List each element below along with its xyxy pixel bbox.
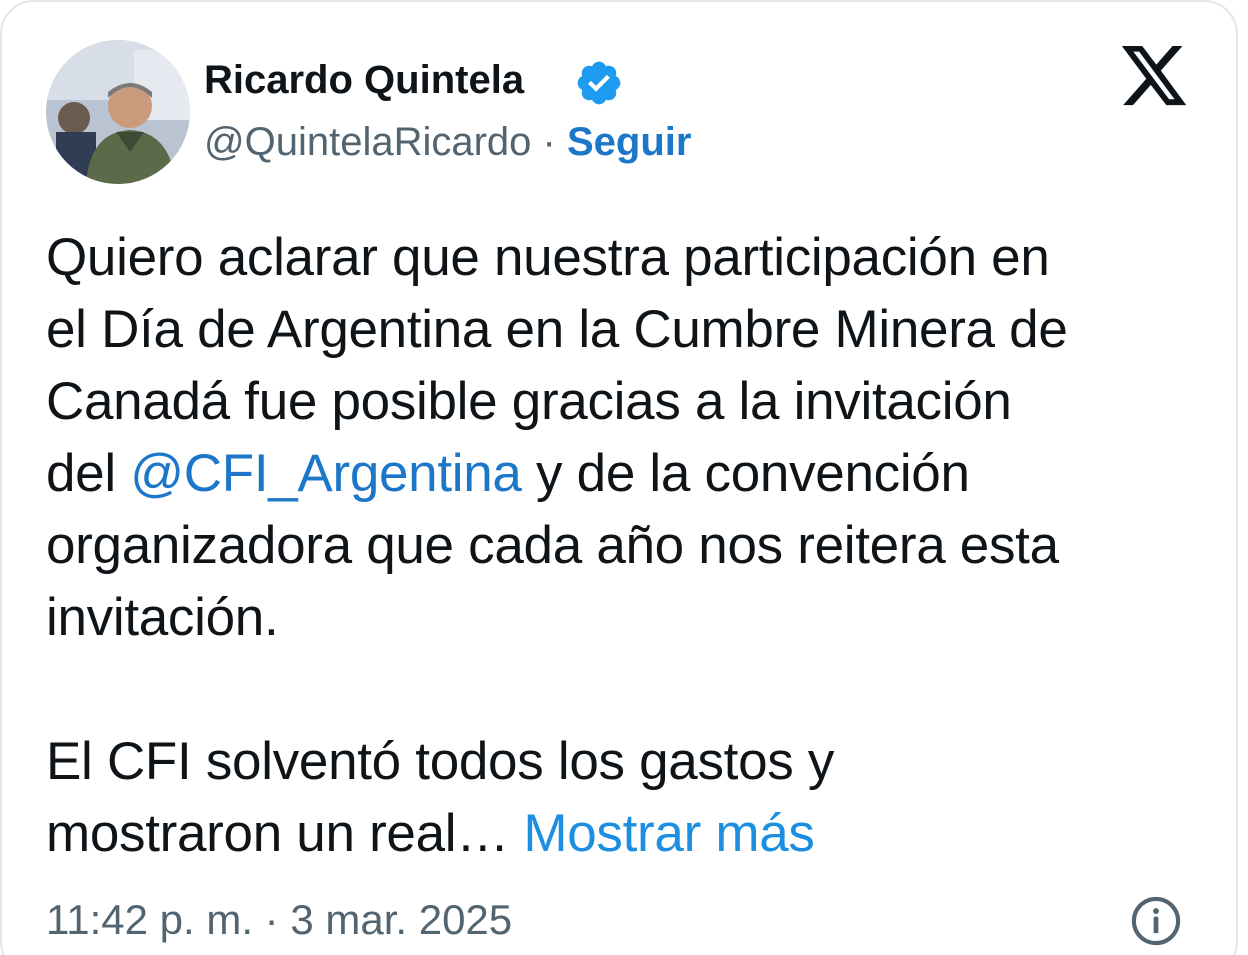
handle-row: @QuintelaRicardo · Seguir (204, 120, 691, 164)
tweet-text: Quiero aclarar que nuestra participación… (46, 222, 1216, 870)
verified-badge-icon (577, 61, 621, 105)
x-logo-icon[interactable] (1120, 46, 1190, 108)
timestamp[interactable]: 11:42 p. m. · 3 mar. 2025 (46, 896, 512, 944)
tweet-line: del @CFI_Argentina y de la convención (46, 438, 1216, 510)
tweet-card: Ricardo Quintela @QuintelaRicardo · Segu… (0, 0, 1238, 955)
author-handle[interactable]: @QuintelaRicardo (204, 120, 531, 164)
tweet-line: mostraron un real… Mostrar más (46, 798, 1216, 870)
tweet-text-segment: del (46, 444, 131, 503)
avatar[interactable] (46, 40, 190, 184)
tweet-line: Quiero aclarar que nuestra participación… (46, 228, 1050, 287)
tweet-line: organizadora que cada año nos reitera es… (46, 516, 1059, 575)
mention-link[interactable]: @CFI_Argentina (130, 444, 522, 503)
tweet-line: El CFI solventó todos los gastos y (46, 732, 835, 791)
tweet-line: invitación. (46, 588, 279, 647)
tweet-line: Canadá fue posible gracias a la invitaci… (46, 372, 1012, 431)
avatar-photo (46, 40, 190, 184)
follow-button[interactable]: Seguir (567, 120, 691, 164)
tweet-text-segment: y de la convención (521, 444, 970, 503)
show-more-link[interactable]: Mostrar más (523, 804, 814, 863)
info-icon[interactable] (1130, 895, 1182, 947)
tweet-line: el Día de Argentina en la Cumbre Minera … (46, 300, 1068, 359)
tweet-text-segment: mostraron un real… (46, 804, 524, 863)
separator-dot: · (542, 120, 556, 164)
author-name[interactable]: Ricardo Quintela (204, 58, 524, 102)
